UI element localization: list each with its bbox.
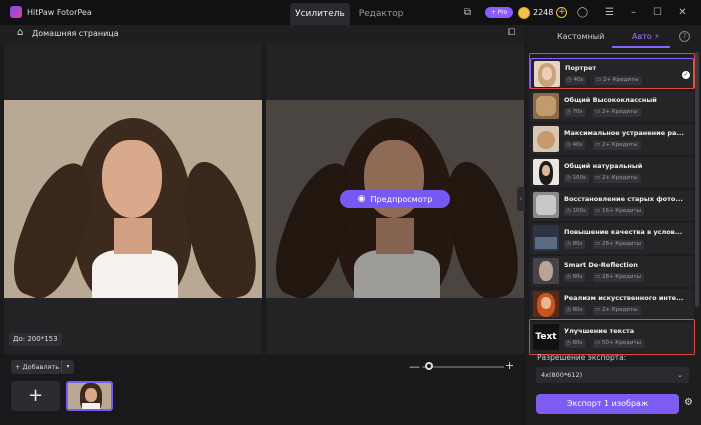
model-time: ◷ 80s <box>564 240 586 249</box>
tab-enhancer[interactable]: Усилитель <box>290 3 350 25</box>
add-credits-icon[interactable]: + <box>556 7 568 18</box>
model-credits: ▭ 2+ Кредиты <box>593 306 641 315</box>
breadcrumb-home[interactable]: Домашняя страница <box>32 29 119 38</box>
model-time: ◷ 80s <box>564 273 586 282</box>
model-item-general-high[interactable]: Общий Высококлассный ◷ 70s ▭ 2+ Кредиты <box>530 91 694 122</box>
app-title: HitPaw FotorPea <box>27 8 92 17</box>
model-thumbnail <box>533 126 559 152</box>
model-time: ◷ 70s <box>564 108 586 117</box>
pro-badge[interactable]: + Pro <box>485 7 513 18</box>
maximize-icon[interactable]: ☐ <box>651 6 664 19</box>
minimize-icon[interactable]: – <box>627 6 640 19</box>
highlight-text-enhance <box>529 319 695 355</box>
zoom-in-icon[interactable]: + <box>505 360 514 372</box>
preview-label: Предпросмотр <box>370 194 433 204</box>
model-thumbnail <box>533 159 559 185</box>
tab-auto[interactable]: Авто ⚡ <box>632 32 660 41</box>
size-before-badge: До: 200*153 <box>9 333 62 346</box>
home-icon[interactable]: ⌂ <box>17 28 27 38</box>
model-title: Общий Высококлассный <box>564 96 657 104</box>
collapse-panel-handle[interactable]: ‹ <box>517 187 525 211</box>
model-item-de-reflection[interactable]: Smart De-Reflection ◷ 80s ▭ 28+ Кредиты <box>530 256 694 287</box>
credits-count: 2248 <box>533 8 554 17</box>
export-resolution-label: Разрешение экспорта: <box>537 353 627 362</box>
image-thumbnail[interactable] <box>66 381 113 411</box>
help-icon[interactable]: ? <box>679 31 690 42</box>
model-credits: ▭ 28+ Кредиты <box>593 273 645 282</box>
tab-editor[interactable]: Редактор <box>350 3 412 25</box>
eye-icon: ◉ <box>357 194 366 204</box>
gear-icon[interactable]: ⚙ <box>684 398 693 408</box>
zoom-out-icon[interactable]: — <box>409 361 420 372</box>
model-title: Реализм искусственного инте... <box>564 294 684 302</box>
model-title: Повышение качества в услов... <box>564 228 683 236</box>
model-time: ◷ 100s <box>564 207 589 216</box>
add-button[interactable]: + Добавлять <box>11 360 61 374</box>
model-item-ai-realism[interactable]: Реализм искусственного инте... ◷ 80s ▭ 2… <box>530 289 694 320</box>
model-item-lowlight[interactable]: Повышение качества в услов... ◷ 80s ▭ 28… <box>530 223 694 254</box>
add-dropdown-chevron-icon[interactable]: ▾ <box>61 360 74 374</box>
zoom-slider-knob[interactable] <box>425 362 433 370</box>
export-square-icon[interactable]: ⧉ <box>461 6 474 19</box>
highlight-portrait <box>529 53 695 89</box>
model-credits: ▭ 28+ Кредиты <box>593 240 645 249</box>
user-circle-icon[interactable]: ◯ <box>576 6 589 19</box>
model-thumbnail <box>533 192 559 218</box>
model-time: ◷ 80s <box>564 306 586 315</box>
model-credits: ▭ 2+ Кредиты <box>593 174 641 183</box>
tab-custom[interactable]: Кастомный <box>557 32 604 41</box>
export-resolution-select[interactable]: 4x(800*612) <box>536 367 689 383</box>
menu-icon[interactable]: ☰ <box>603 6 616 19</box>
model-title: Общий натуральный <box>564 162 643 170</box>
export-button[interactable]: Экспорт 1 изображ <box>536 394 679 414</box>
model-item-old-photo[interactable]: Восстановление старых фото... ◷ 100s ▭ 1… <box>530 190 694 221</box>
model-credits: ▭ 2+ Кредиты <box>593 141 641 150</box>
preview-button[interactable]: ◉ Предпросмотр <box>340 190 450 208</box>
panel-scrollbar[interactable] <box>695 52 699 307</box>
model-title: Восстановление старых фото... <box>564 195 683 203</box>
model-time: ◷ 40s <box>564 141 586 150</box>
credits-display[interactable]: 2248 + <box>518 6 568 19</box>
model-thumbnail <box>533 93 559 119</box>
close-icon[interactable]: ✕ <box>676 6 689 19</box>
model-time: ◷ 100s <box>564 174 589 183</box>
model-item-max-denoise[interactable]: Максимальное устранение ра... ◷ 40s ▭ 2+… <box>530 124 694 155</box>
chevron-down-icon: ⌄ <box>677 371 683 379</box>
original-image <box>4 100 262 298</box>
model-credits: ▭ 2+ Кредиты <box>593 108 641 117</box>
model-title: Smart De-Reflection <box>564 261 638 269</box>
model-thumbnail <box>533 258 559 284</box>
coin-icon <box>518 6 530 19</box>
app-logo-icon <box>10 6 22 18</box>
model-thumbnail <box>533 225 559 251</box>
model-thumbnail <box>533 291 559 317</box>
crop-icon[interactable]: ⧠ <box>508 28 518 38</box>
model-title: Максимальное устранение ра... <box>564 129 684 137</box>
model-item-general-natural[interactable]: Общий натуральный ◷ 100s ▭ 2+ Кредиты <box>530 157 694 188</box>
zoom-slider-track[interactable] <box>422 366 504 368</box>
model-credits: ▭ 16+ Кредиты <box>593 207 645 216</box>
active-tab-indicator <box>612 46 670 48</box>
add-image-tile[interactable]: + <box>11 381 60 411</box>
